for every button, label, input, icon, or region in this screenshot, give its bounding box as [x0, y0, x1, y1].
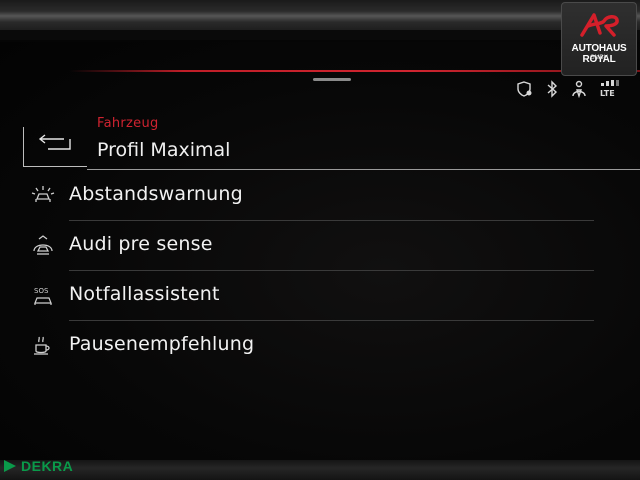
- photo-frame: LTE Fahrzeug Profil Maximal Abstandswarn…: [0, 0, 640, 480]
- header-divider: [87, 169, 640, 170]
- menu-item-label: Abstandswarnung: [69, 183, 243, 205]
- back-button[interactable]: [23, 127, 87, 167]
- menu-item-label: Notfallassistent: [69, 283, 220, 305]
- lte-signal-icon: LTE: [600, 80, 622, 98]
- menu-item-audi-pre-sense[interactable]: Audi pre sense: [0, 221, 640, 271]
- dekra-watermark: DEKRA: [2, 458, 73, 474]
- distance-warning-icon: [30, 183, 56, 209]
- breadcrumb-category: Fahrzeug: [97, 116, 159, 131]
- status-bar: LTE: [516, 80, 622, 98]
- coffee-cup-icon: [30, 333, 56, 359]
- menu-item-label: Pausenempfehlung: [69, 333, 255, 355]
- infotainment-screen: LTE Fahrzeug Profil Maximal Abstandswarn…: [0, 42, 640, 460]
- dealer-logo: AUTOHAUS ROYAL GMBH: [561, 2, 637, 76]
- ar-logo-mark: [580, 13, 619, 37]
- dekra-text: DEKRA: [21, 458, 74, 474]
- dekra-arrow-icon: [4, 460, 16, 472]
- phone-icon: [570, 80, 588, 98]
- svg-text:SOS: SOS: [34, 287, 49, 295]
- page-title: Profil Maximal: [97, 139, 231, 161]
- bottom-bezel: [0, 460, 640, 480]
- menu-item-abstandswarnung[interactable]: Abstandswarnung: [0, 171, 640, 221]
- location-privacy-icon: [516, 80, 534, 98]
- menu-item-pausenempfehlung[interactable]: Pausenempfehlung: [0, 321, 640, 371]
- menu-item-notfallassistent[interactable]: SOS Notfallassistent: [0, 271, 640, 321]
- pre-sense-icon: [30, 233, 56, 259]
- back-arrow-icon: [38, 134, 71, 150]
- settings-menu: Abstandswarnung Audi pre sense SOS Notfa…: [0, 171, 640, 371]
- bluetooth-icon: [546, 80, 558, 98]
- drag-handle[interactable]: [313, 78, 351, 81]
- accent-line: [70, 70, 640, 72]
- top-bezel: [0, 0, 640, 40]
- dealer-name: AUTOHAUS ROYAL: [571, 43, 627, 65]
- menu-item-label: Audi pre sense: [69, 233, 213, 255]
- svg-text:LTE: LTE: [600, 89, 615, 98]
- dealer-subtitle: GMBH: [590, 55, 608, 61]
- sos-icon: SOS: [30, 283, 56, 309]
